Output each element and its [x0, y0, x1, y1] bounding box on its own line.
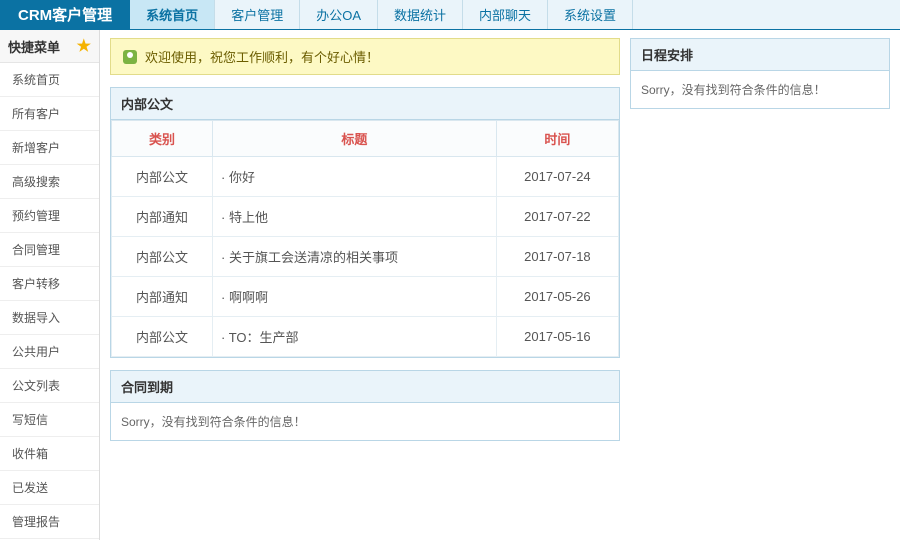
table-row[interactable]: 内部公文你好2017-07-24	[112, 157, 619, 197]
star-icon[interactable]: ★	[77, 36, 91, 56]
topnav-item[interactable]: 内部聊天	[463, 0, 548, 29]
cell-cat: 内部公文	[112, 317, 213, 357]
cell-title[interactable]: 你好	[212, 157, 496, 197]
top-bar: CRM客户管理 系统首页客户管理办公OA数据统计内部聊天系统设置	[0, 0, 900, 30]
cell-time: 2017-05-26	[496, 277, 618, 317]
sidebar-header: 快捷菜单 ★	[0, 30, 99, 63]
sidebar-item[interactable]: 合同管理	[0, 233, 99, 267]
layout: 快捷菜单 ★ 系统首页所有客户新增客户高级搜索预约管理合同管理客户转移数据导入公…	[0, 30, 900, 540]
cell-cat: 内部通知	[112, 197, 213, 237]
cell-title[interactable]: 关于旗工会送清凉的相关事项	[212, 237, 496, 277]
sidebar-list: 系统首页所有客户新增客户高级搜索预约管理合同管理客户转移数据导入公共用户公文列表…	[0, 63, 99, 540]
topnav-item[interactable]: 系统设置	[548, 0, 633, 29]
user-icon	[123, 50, 137, 64]
top-nav: 系统首页客户管理办公OA数据统计内部聊天系统设置	[130, 0, 633, 29]
table-row[interactable]: 内部公文关于旗工会送清凉的相关事项2017-07-18	[112, 237, 619, 277]
cell-time: 2017-07-18	[496, 237, 618, 277]
topnav-item[interactable]: 系统首页	[130, 0, 215, 29]
sidebar-item[interactable]: 数据导入	[0, 301, 99, 335]
table-header: 标题	[212, 121, 496, 157]
main: 欢迎使用，祝您工作顺利，有个好心情！ 内部公文 类别标题时间 内部公文你好201…	[100, 30, 900, 540]
sidebar-item[interactable]: 管理报告	[0, 505, 99, 539]
panel-docs: 内部公文 类别标题时间 内部公文你好2017-07-24内部通知特上他2017-…	[110, 87, 620, 358]
welcome-banner: 欢迎使用，祝您工作顺利，有个好心情！	[110, 38, 620, 75]
sidebar-item[interactable]: 公共用户	[0, 335, 99, 369]
cell-time: 2017-05-16	[496, 317, 618, 357]
panel-contract-empty: Sorry，没有找到符合条件的信息！	[111, 403, 619, 440]
sidebar: 快捷菜单 ★ 系统首页所有客户新增客户高级搜索预约管理合同管理客户转移数据导入公…	[0, 30, 100, 540]
table-header: 类别	[112, 121, 213, 157]
topnav-item[interactable]: 客户管理	[215, 0, 300, 29]
sidebar-item[interactable]: 已发送	[0, 471, 99, 505]
panel-contract-title: 合同到期	[111, 371, 619, 403]
sidebar-item[interactable]: 写短信	[0, 403, 99, 437]
cell-time: 2017-07-24	[496, 157, 618, 197]
cell-cat: 内部公文	[112, 237, 213, 277]
cell-title[interactable]: 啊啊啊	[212, 277, 496, 317]
table-row[interactable]: 内部公文TO：生产部2017-05-16	[112, 317, 619, 357]
col-left: 欢迎使用，祝您工作顺利，有个好心情！ 内部公文 类别标题时间 内部公文你好201…	[110, 38, 620, 532]
panel-schedule: 日程安排 Sorry，没有找到符合条件的信息！	[630, 38, 890, 109]
col-right: 日程安排 Sorry，没有找到符合条件的信息！	[630, 38, 890, 532]
topnav-item[interactable]: 数据统计	[378, 0, 463, 29]
panel-schedule-empty: Sorry，没有找到符合条件的信息！	[631, 71, 889, 108]
sidebar-item[interactable]: 客户转移	[0, 267, 99, 301]
welcome-text: 欢迎使用，祝您工作顺利，有个好心情！	[145, 47, 379, 66]
sidebar-title: 快捷菜单	[8, 37, 60, 56]
cell-cat: 内部公文	[112, 157, 213, 197]
panel-docs-title: 内部公文	[111, 88, 619, 120]
table-row[interactable]: 内部通知特上他2017-07-22	[112, 197, 619, 237]
topnav-item[interactable]: 办公OA	[300, 0, 378, 29]
cell-cat: 内部通知	[112, 277, 213, 317]
panel-schedule-title: 日程安排	[631, 39, 889, 71]
brand: CRM客户管理	[0, 0, 130, 29]
sidebar-item[interactable]: 公文列表	[0, 369, 99, 403]
sidebar-item[interactable]: 预约管理	[0, 199, 99, 233]
table-header: 时间	[496, 121, 618, 157]
sidebar-item[interactable]: 收件箱	[0, 437, 99, 471]
sidebar-item[interactable]: 高级搜索	[0, 165, 99, 199]
cell-title[interactable]: 特上他	[212, 197, 496, 237]
cell-title[interactable]: TO：生产部	[212, 317, 496, 357]
docs-table: 类别标题时间 内部公文你好2017-07-24内部通知特上他2017-07-22…	[111, 120, 619, 357]
sidebar-item[interactable]: 新增客户	[0, 131, 99, 165]
table-row[interactable]: 内部通知啊啊啊2017-05-26	[112, 277, 619, 317]
panel-contract: 合同到期 Sorry，没有找到符合条件的信息！	[110, 370, 620, 441]
sidebar-item[interactable]: 所有客户	[0, 97, 99, 131]
sidebar-item[interactable]: 系统首页	[0, 63, 99, 97]
cell-time: 2017-07-22	[496, 197, 618, 237]
